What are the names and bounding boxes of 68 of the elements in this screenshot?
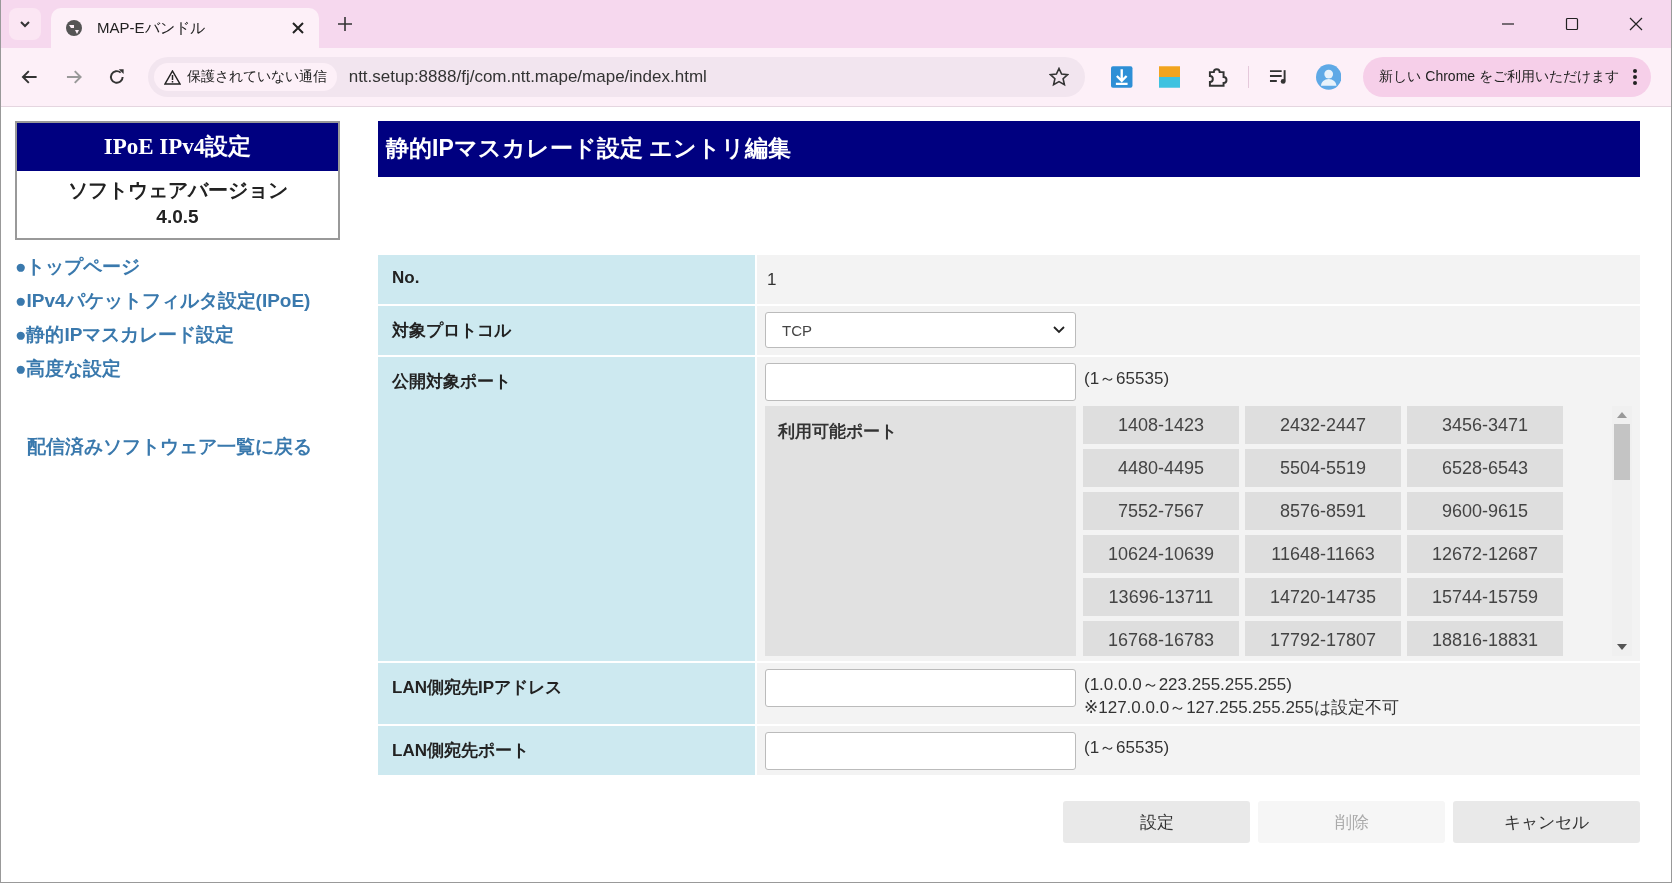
panel-title: IPoE IPv4設定	[17, 123, 338, 171]
new-tab-icon[interactable]	[337, 16, 353, 32]
port-range-item[interactable]: 7552-7567	[1083, 492, 1239, 530]
update-chrome-button[interactable]: 新しい Chrome をご利用いただけます	[1363, 57, 1651, 97]
range-hint: (1～65535)	[1084, 737, 1170, 759]
star-icon[interactable]	[1049, 67, 1070, 87]
forward-icon[interactable]	[64, 68, 83, 86]
port-range-item[interactable]: 8576-8591	[1245, 492, 1401, 530]
scroll-down-icon[interactable]	[1617, 644, 1627, 650]
field-label: LAN側宛先ポート	[378, 726, 755, 775]
version-number: 4.0.5	[155, 205, 200, 229]
port-range-item[interactable]: 5504-5519	[1245, 449, 1401, 487]
warning-icon	[163, 69, 181, 85]
sidebar-link[interactable]: ●高度な設定	[15, 356, 122, 382]
range-hint: ※127.0.0.0～127.255.255.255は設定不可	[1084, 697, 1399, 719]
range-hint: (1～65535)	[1084, 368, 1170, 390]
form-button[interactable]: 設定	[1063, 801, 1250, 843]
port-input[interactable]	[765, 363, 1076, 401]
field-label: 公開対象ポート	[378, 357, 755, 661]
page-title: 静的IPマスカレード設定 エントリ編集	[378, 121, 1640, 177]
port-range-item[interactable]: 2432-2447	[1245, 406, 1401, 444]
port-range-item[interactable]: 14720-14735	[1245, 578, 1401, 616]
port-range-item[interactable]: 15744-15759	[1407, 578, 1563, 616]
range-hint: (1.0.0.0～223.255.255.255)	[1084, 674, 1293, 696]
field-label: No.	[378, 255, 755, 304]
url-text: ntt.setup:8888/fj/com.ntt.mape/mape/index.html	[348, 67, 708, 87]
port-range-item[interactable]: 1408-1423	[1083, 406, 1239, 444]
menu-icon[interactable]	[1632, 69, 1637, 85]
port-range-item[interactable]: 18816-18831	[1407, 621, 1563, 656]
maximize-icon[interactable]	[1565, 17, 1579, 31]
sidebar-link[interactable]: ●トップページ	[15, 254, 141, 280]
port-range-item[interactable]: 12672-12687	[1407, 535, 1563, 573]
port-range-item[interactable]: 4480-4495	[1083, 449, 1239, 487]
text-input[interactable]	[765, 732, 1076, 770]
security-label: 保護されていない通信	[186, 68, 327, 86]
port-range-item[interactable]: 16768-16783	[1083, 621, 1239, 656]
scrollbar-thumb[interactable]	[1614, 424, 1630, 480]
address-bar[interactable]: 保護されていない通信 ntt.setup:8888/fj/com.ntt.mape/mape/index.html	[147, 57, 1086, 97]
sidebar-link[interactable]: ●静的IPマスカレード設定	[15, 322, 235, 348]
protocol-select[interactable]: TCP	[765, 312, 1076, 348]
port-range-item[interactable]: 10624-10639	[1083, 535, 1239, 573]
form-button[interactable]: キャンセル	[1453, 801, 1640, 843]
port-range-item[interactable]: 11648-11663	[1245, 535, 1401, 573]
tab-search-button[interactable]	[9, 8, 41, 40]
download-icon[interactable]	[1111, 66, 1133, 88]
version-label: ソフトウェアバージョン	[66, 178, 289, 203]
chevron-down-icon	[1053, 326, 1065, 334]
entry-number: 1	[766, 269, 778, 291]
port-range-item[interactable]: 9600-9615	[1407, 492, 1563, 530]
port-range-item[interactable]: 6528-6543	[1407, 449, 1563, 487]
port-range-item[interactable]: 13696-13711	[1083, 578, 1239, 616]
security-chip[interactable]: 保護されていない通信	[153, 63, 337, 91]
field-label: 対象プロトコル	[378, 306, 755, 355]
tab-title: MAP-Eバンドル	[97, 18, 206, 38]
back-link[interactable]: 配信済みソフトウェア一覧に戻る	[27, 434, 312, 460]
field-label: LAN側宛先IPアドレス	[378, 663, 755, 724]
close-icon[interactable]	[291, 21, 305, 35]
close-icon[interactable]	[1629, 17, 1643, 31]
browser-tab[interactable]: MAP-Eバンドル	[51, 8, 319, 48]
port-range-item[interactable]: 17792-17807	[1245, 621, 1401, 656]
puzzle-icon[interactable]	[1206, 66, 1228, 88]
port-range-item[interactable]: 3456-3471	[1407, 406, 1563, 444]
available-ports-label: 利用可能ポート	[778, 422, 897, 441]
reload-icon[interactable]	[108, 68, 126, 86]
text-input[interactable]	[765, 669, 1076, 707]
globe-icon	[65, 19, 83, 37]
sidebar-link[interactable]: ●IPv4パケットフィルタ設定(IPoE)	[15, 288, 311, 314]
back-icon[interactable]	[21, 68, 39, 86]
